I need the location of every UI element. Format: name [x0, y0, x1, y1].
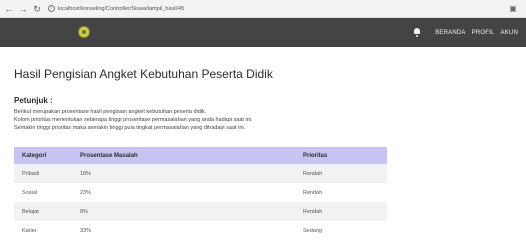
navbar-menu: BERANDA PROFIL AKUN — [413, 18, 518, 47]
forward-arrow-icon[interactable]: → — [18, 4, 28, 14]
url-text[interactable]: localhost/konseling/Controller/Siswa/tam… — [58, 6, 184, 12]
table-row: Pribadi 18% Rendah — [14, 164, 387, 183]
cell-prioritas: Sedang — [303, 227, 322, 234]
page-title: Hasil Pengisian Angket Kebutuhan Peserta… — [14, 67, 273, 81]
school-logo-icon[interactable] — [78, 26, 90, 38]
nav-link-profil[interactable]: PROFIL — [472, 30, 495, 36]
nav-link-beranda[interactable]: BERANDA — [435, 30, 465, 36]
cell-prosentase: 23% — [80, 189, 92, 196]
nav-link-akun[interactable]: AKUN — [501, 30, 518, 36]
instructions-line: Berikut merupakan prosentase hasil pengi… — [14, 109, 207, 115]
cell-prioritas: Rendah — [303, 170, 323, 177]
result-table: Kategori Prosentase Masalah Prioritas Pr… — [14, 147, 387, 240]
table-row: Sosial 23% Rendah — [14, 183, 387, 202]
table-row: Karier 33% Sedang — [14, 221, 387, 240]
column-header-prosentase: Prosentase Masalah — [80, 152, 138, 159]
cell-prosentase: 8% — [80, 208, 88, 215]
instructions-title: Petunjuk : — [14, 96, 53, 105]
back-arrow-icon[interactable]: ← — [4, 4, 14, 14]
instructions-line: Semakin tinggi prioritas maka semakin ti… — [14, 125, 246, 131]
cell-kategori: Belajar — [22, 208, 40, 215]
address-bar[interactable]: i localhost/konseling/Controller/Siswa/t… — [48, 3, 184, 15]
site-info-icon[interactable]: i — [48, 5, 55, 12]
column-header-prioritas: Prioritas — [303, 152, 328, 159]
instructions-line: Kolom prioritas menentukan seberapa ting… — [14, 117, 253, 123]
cell-kategori: Pribadi — [22, 170, 40, 177]
table-header-row: Kategori Prosentase Masalah Prioritas — [14, 147, 387, 164]
cell-prosentase: 33% — [80, 227, 92, 234]
cell-prioritas: Rendah — [303, 189, 323, 196]
extensions-icon[interactable]: ▣ — [508, 4, 518, 14]
top-navbar: BERANDA PROFIL AKUN — [0, 18, 526, 47]
browser-toolbar: ← → ↻ i localhost/konseling/Controller/S… — [0, 0, 526, 18]
cell-kategori: Sosial — [22, 189, 37, 196]
table-row: Belajar 8% Rendah — [14, 202, 387, 221]
bell-icon[interactable] — [413, 28, 421, 37]
column-header-kategori: Kategori — [22, 152, 47, 159]
cell-prioritas: Rendah — [303, 208, 323, 215]
cell-prosentase: 18% — [80, 170, 92, 177]
cell-kategori: Karier — [22, 227, 37, 234]
reload-icon[interactable]: ↻ — [32, 4, 42, 14]
